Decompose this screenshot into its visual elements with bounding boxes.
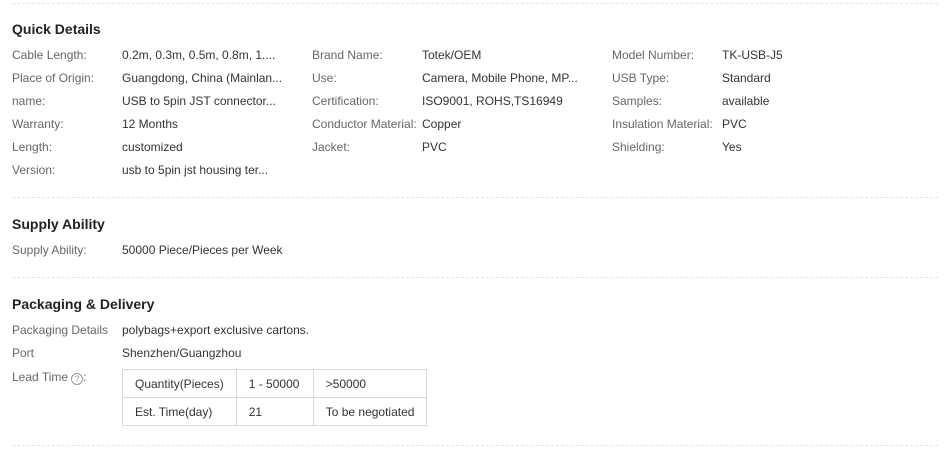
attr-value-cable-length: 0.2m, 0.3m, 0.5m, 0.8m, 1.... <box>122 48 276 62</box>
quick-details-title: Quick Details <box>12 21 101 37</box>
supply-ability-title: Supply Ability <box>12 216 105 232</box>
lead-time-header-row: Quantity(Pieces) 1 - 50000 >50000 <box>122 369 428 398</box>
attr-label-use: Use: <box>312 71 337 85</box>
attr-label-insulation-material: Insulation Material: <box>612 117 713 131</box>
table-cell: 1 - 50000 <box>235 369 314 398</box>
attr-label-conductor-material: Conductor Material: <box>312 117 417 131</box>
attr-value-brand-name: Totek/OEM <box>422 48 482 62</box>
attr-value-place-of-origin: Guangdong, China (Mainlan... <box>122 71 283 85</box>
attr-value-port: Shenzhen/Guangzhou <box>122 346 242 360</box>
attr-label-model-number: Model Number: <box>612 48 695 62</box>
attr-label-certification: Certification: <box>312 94 379 108</box>
attr-value-insulation-material: PVC <box>722 117 747 131</box>
attr-label-supply-ability: Supply Ability: <box>12 243 87 257</box>
attr-label-lead-time: Lead Time?: <box>12 370 86 385</box>
packaging-delivery-title: Packaging & Delivery <box>12 296 155 312</box>
attr-value-model-number: TK-USB-J5 <box>722 48 783 62</box>
attr-value-shielding: Yes <box>722 140 742 154</box>
table-cell: Quantity(Pieces) <box>122 369 237 398</box>
attr-value-supply-ability: 50000 Piece/Pieces per Week <box>122 243 283 257</box>
attr-label-brand-name: Brand Name: <box>312 48 383 62</box>
lead-time-row: Est. Time(day) 21 To be negotiated <box>122 397 428 426</box>
attr-label-jacket: Jacket: <box>312 140 351 154</box>
attr-label-place-of-origin: Place of Origin: <box>12 71 95 85</box>
lead-time-label: Lead Time <box>12 370 69 384</box>
table-cell: Est. Time(day) <box>122 397 237 426</box>
attr-label-name: name: <box>12 94 46 108</box>
attr-label-samples: Samples: <box>612 94 663 108</box>
table-cell: To be negotiated <box>312 397 428 426</box>
lead-time-table: Quantity(Pieces) 1 - 50000 >50000 Est. T… <box>122 369 428 426</box>
attr-label-length: Length: <box>12 140 53 154</box>
attr-value-jacket: PVC <box>422 140 447 154</box>
section-divider <box>12 277 938 278</box>
top-divider <box>12 3 938 4</box>
attr-value-certification: ISO9001, ROHS,TS16949 <box>422 94 563 108</box>
attr-value-usb-type: Standard <box>722 71 771 85</box>
attr-value-conductor-material: Copper <box>422 117 462 131</box>
attr-label-usb-type: USB Type: <box>612 71 670 85</box>
table-cell: >50000 <box>312 369 428 398</box>
section-divider <box>12 197 938 198</box>
attr-value-samples: available <box>722 94 770 108</box>
attr-value-length: customized <box>122 140 183 154</box>
question-mark-icon[interactable]: ? <box>71 373 84 385</box>
attr-label-cable-length: Cable Length: <box>12 48 87 62</box>
attr-label-warranty: Warranty: <box>12 117 64 131</box>
attr-label-packaging-details: Packaging Details <box>12 323 109 337</box>
attr-value-version: usb to 5pin jst housing ter... <box>122 163 269 177</box>
attr-label-version: Version: <box>12 163 56 177</box>
attr-label-shielding: Shielding: <box>612 140 665 154</box>
bottom-divider <box>12 445 938 446</box>
attr-label-port: Port <box>12 346 35 360</box>
attr-value-use: Camera, Mobile Phone, MP... <box>422 71 578 85</box>
attr-value-packaging-details: polybags+export exclusive cartons. <box>122 323 310 337</box>
table-cell: 21 <box>235 397 314 426</box>
attr-value-warranty: 12 Months <box>122 117 179 131</box>
lead-time-colon: : <box>83 370 87 384</box>
attr-value-name: USB to 5pin JST connector... <box>122 94 276 108</box>
